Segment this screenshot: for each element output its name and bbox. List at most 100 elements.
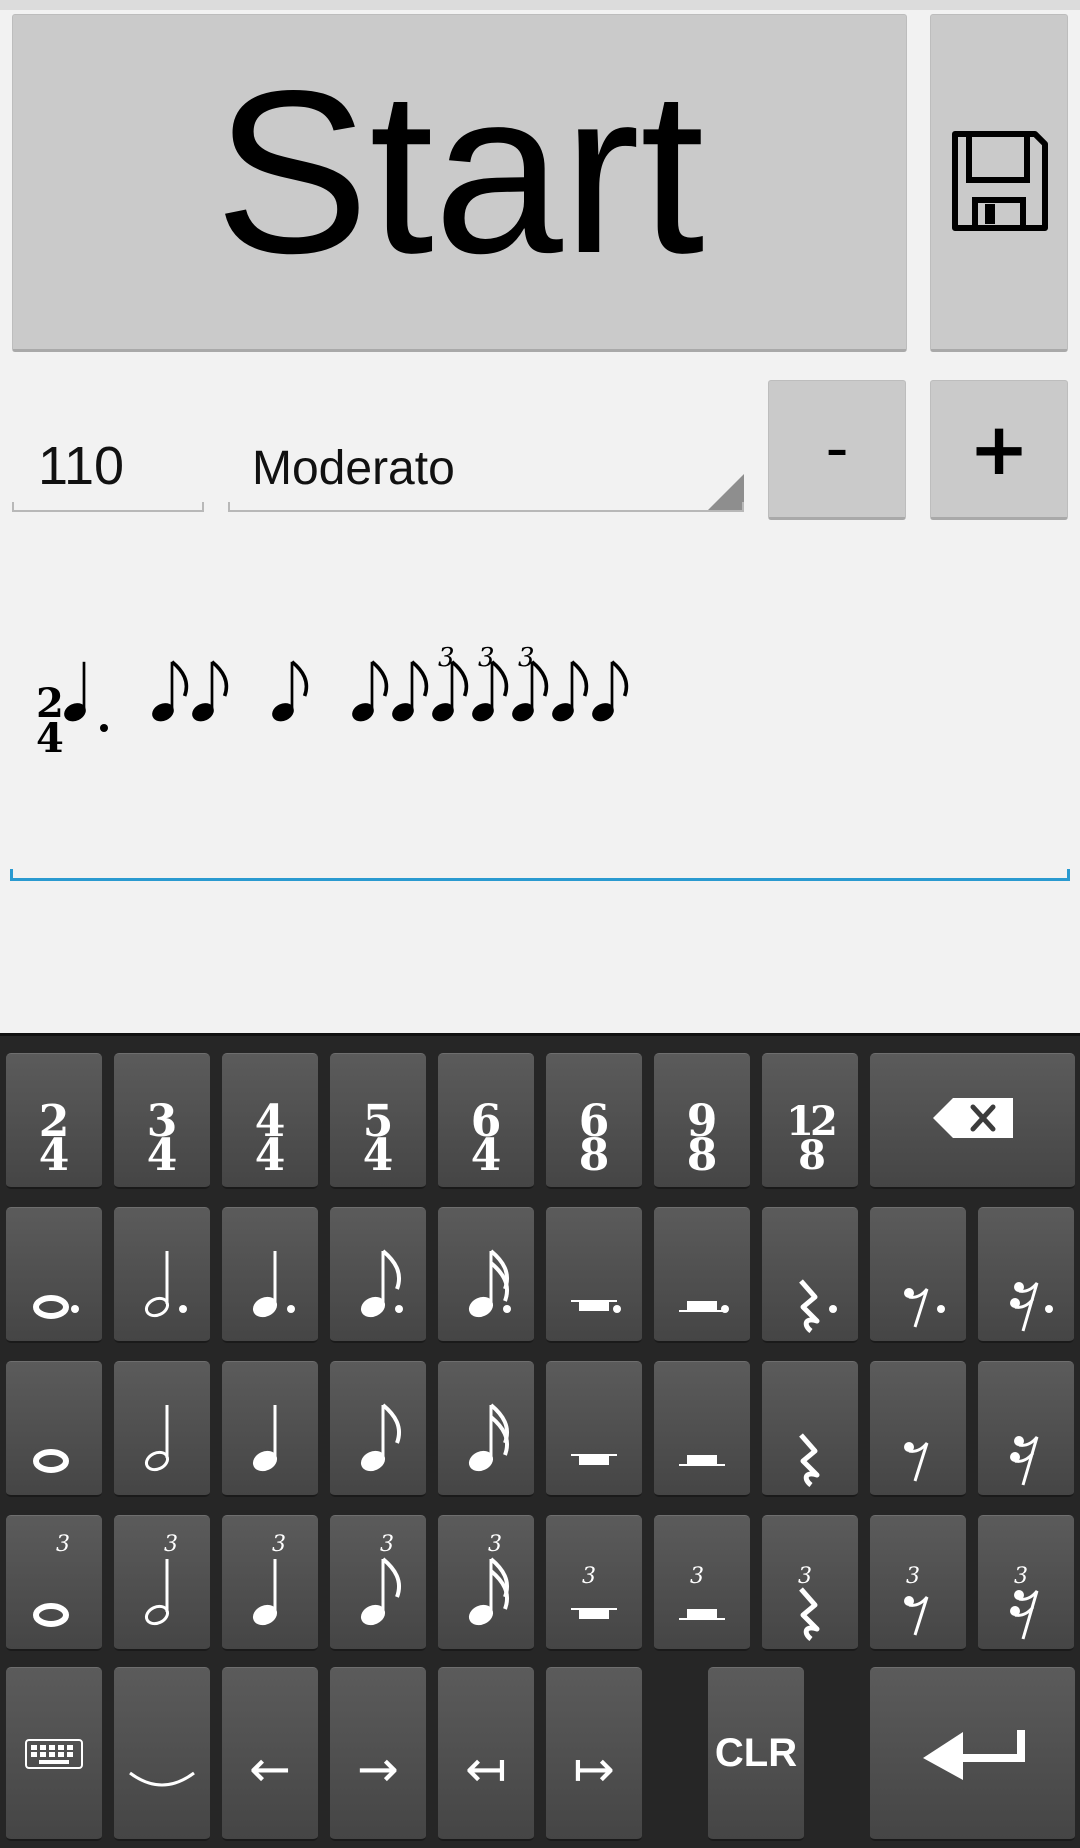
key-whole-triplet[interactable]: 3 [6, 1515, 102, 1651]
svg-text:3: 3 [798, 1564, 812, 1589]
cursor-left-key[interactable]: ← [222, 1667, 318, 1841]
key-eighth-triplet[interactable]: 3 [330, 1515, 426, 1651]
key-quarter-dotted[interactable] [222, 1207, 318, 1343]
whole-icon [33, 1294, 79, 1319]
key-eighth-rest-dotted[interactable] [870, 1207, 966, 1343]
time-sig-glyph: 54 [362, 1095, 394, 1181]
key-whole-rest[interactable] [546, 1361, 642, 1497]
tie-key[interactable] [114, 1667, 210, 1841]
quarter-rest-icon [799, 1432, 820, 1487]
svg-text:3: 3 [690, 1564, 704, 1589]
tempo-marking-value: Moderato [252, 442, 455, 495]
notation-underline [10, 869, 1070, 881]
key-quarter-rest-dotted[interactable] [762, 1207, 858, 1343]
clear-key[interactable]: CLR [708, 1667, 804, 1841]
floppy-disk-icon [952, 131, 1048, 231]
key-half-dotted[interactable] [114, 1207, 210, 1343]
key-eighth-rest[interactable] [870, 1361, 966, 1497]
backspace-key[interactable] [870, 1053, 1075, 1189]
key-eighth-rest-triplet[interactable]: 3 [870, 1515, 966, 1651]
rhythm-keyboard: 24 34 44 54 64 68 98 12 8 ← → ↤ ↦ CLR 3 … [0, 1033, 1080, 1848]
whole-icon [33, 1448, 69, 1473]
svg-text:3: 3 [582, 1564, 596, 1589]
key-quarter-triplet[interactable]: 3 [222, 1515, 318, 1651]
key-time-6-4[interactable]: 64 [438, 1053, 534, 1189]
key-whole[interactable] [6, 1361, 102, 1497]
key-time-12-8[interactable]: 12 8 [762, 1053, 858, 1189]
sixteenth-rest-icon [1010, 1435, 1039, 1485]
status-bar [0, 0, 1080, 10]
key-half-triplet[interactable]: 3 [114, 1515, 210, 1651]
note-eighth [192, 660, 229, 722]
key-sixteenth-rest-triplet[interactable]: 3 [978, 1515, 1074, 1651]
notation-notes [64, 660, 629, 732]
key-time-9-8[interactable]: 98 [654, 1053, 750, 1189]
key-time-4-4[interactable]: 44 [222, 1053, 318, 1189]
svg-text:3: 3 [56, 1532, 70, 1557]
key-time-2-4[interactable]: 24 [6, 1053, 102, 1189]
note-eighth [152, 660, 189, 722]
svg-text:3: 3 [906, 1564, 920, 1589]
eighth-rest-icon: 3 [904, 1564, 929, 1635]
tempo-marking-dropdown[interactable]: Moderato [228, 430, 744, 512]
keyboard-toggle-key[interactable] [6, 1667, 102, 1841]
key-time-6-8[interactable]: 68 [546, 1053, 642, 1189]
clear-label: CLR [714, 1731, 798, 1775]
svg-text:3: 3 [164, 1532, 178, 1557]
cursor-home-key[interactable]: ↤ [438, 1667, 534, 1841]
rhythm-notation-input[interactable]: 2 4 3 3 3 [10, 600, 1070, 880]
key-time-5-4[interactable]: 54 [330, 1053, 426, 1189]
cursor-end-key[interactable]: ↦ [546, 1667, 642, 1841]
quarter-rest-icon: 3 [798, 1564, 820, 1641]
key-half-rest-dotted[interactable] [654, 1207, 750, 1343]
time-sig-glyph: 12 8 [786, 1097, 838, 1179]
key-eighth[interactable] [330, 1361, 426, 1497]
minus-label: - [825, 412, 849, 486]
key-half[interactable] [114, 1361, 210, 1497]
half-rest-icon [679, 1454, 725, 1466]
note-quarter [64, 661, 86, 722]
bpm-field[interactable]: 110 [12, 430, 204, 512]
key-sixteenth-rest[interactable] [978, 1361, 1074, 1497]
start-button[interactable]: Start [12, 14, 907, 352]
key-quarter-rest-triplet[interactable]: 3 [762, 1515, 858, 1651]
note-eighth [272, 660, 309, 722]
half-rest-icon: 3 [679, 1564, 725, 1620]
key-quarter-rest[interactable] [762, 1361, 858, 1497]
tempo-decrease-button[interactable]: - [768, 380, 906, 520]
key-half-rest[interactable] [654, 1361, 750, 1497]
keyboard-icon [25, 1738, 83, 1769]
enter-key[interactable] [870, 1667, 1075, 1841]
cursor-right-key[interactable]: → [330, 1667, 426, 1841]
sixteenth-rest-icon [1010, 1281, 1053, 1331]
end-arrow-icon: ↦ [573, 1739, 615, 1798]
svg-text:3: 3 [488, 1532, 502, 1557]
eighth-rest-icon [904, 1287, 945, 1327]
key-sixteenth-rest-dotted[interactable] [978, 1207, 1074, 1343]
key-whole-rest-triplet[interactable]: 3 [546, 1515, 642, 1651]
key-time-3-4[interactable]: 34 [114, 1053, 210, 1189]
enter-icon [922, 1729, 1025, 1780]
key-eighth-dotted[interactable] [330, 1207, 426, 1343]
whole-rest-icon [571, 1299, 621, 1313]
tempo-increase-button[interactable]: + [930, 380, 1068, 520]
start-label: Start [214, 43, 705, 302]
key-sixteenth[interactable] [438, 1361, 534, 1497]
key-half-rest-triplet[interactable]: 3 [654, 1515, 750, 1651]
key-sixteenth-triplet[interactable]: 3 [438, 1515, 534, 1651]
tie-icon [129, 1771, 195, 1786]
key-whole-dotted[interactable] [6, 1207, 102, 1343]
note-eighth [352, 660, 389, 722]
quarter-icon [252, 1250, 295, 1317]
key-sixteenth-dotted[interactable] [438, 1207, 534, 1343]
key-quarter[interactable] [222, 1361, 318, 1497]
time-sig-glyph: 68 [578, 1095, 610, 1181]
sixteenth-icon: 3 [468, 1532, 510, 1625]
plus-label: + [968, 407, 1030, 491]
save-button[interactable] [930, 14, 1068, 352]
note-dot [100, 724, 108, 732]
sixteenth-icon [468, 1248, 511, 1317]
eighth-icon: 3 [360, 1532, 402, 1625]
key-whole-rest-dotted[interactable] [546, 1207, 642, 1343]
half-icon [144, 1404, 170, 1471]
